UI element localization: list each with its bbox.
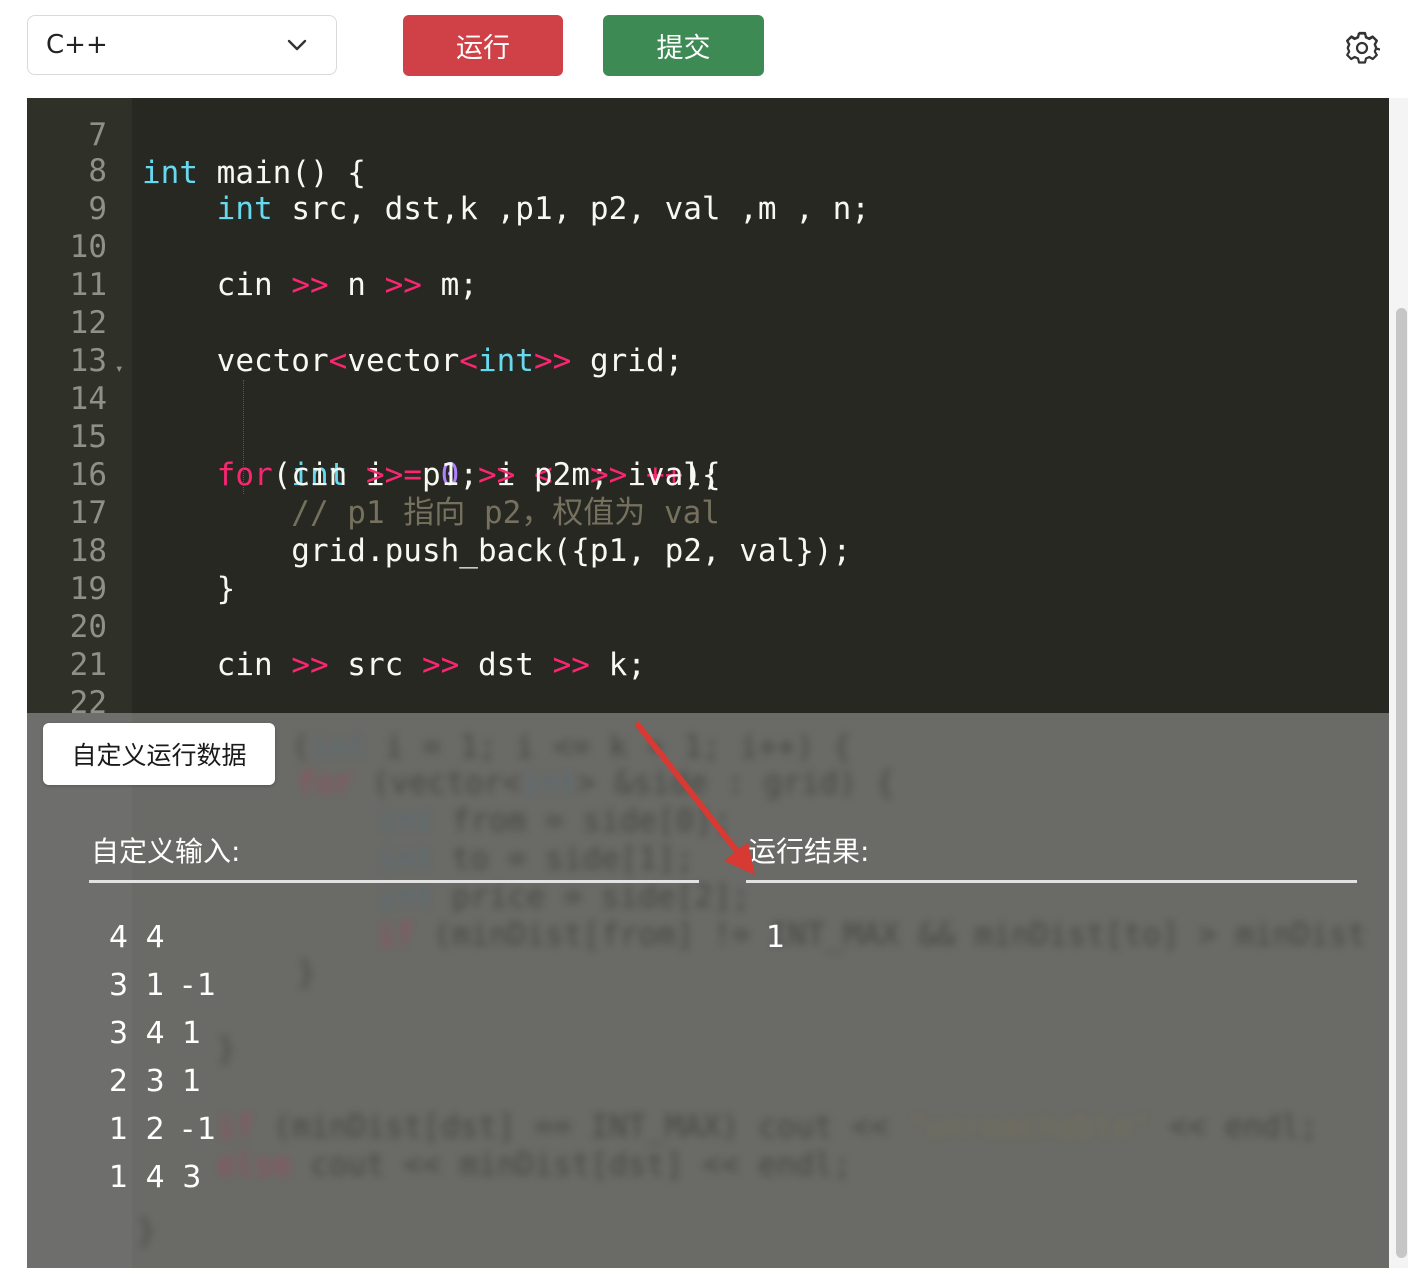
run-result-value: 1: [766, 920, 786, 955]
code-line: 23 minDist[src] = 0;: [27, 684, 1389, 713]
code-line: 20 cin >> src >> dst >> k;: [69, 609, 646, 683]
input-divider: [89, 880, 699, 883]
code-editor[interactable]: 7 int main() { 8 int src, dst,k ,p1, p2,…: [27, 98, 1389, 713]
custom-run-data-button[interactable]: 自定义运行数据: [43, 723, 275, 785]
red-arrow-annotation: [635, 722, 755, 875]
code-line: 9: [88, 191, 107, 227]
submit-button[interactable]: 提交: [603, 15, 764, 76]
language-select[interactable]: C++: [27, 15, 337, 75]
result-divider: [746, 880, 1357, 883]
code-line: 16 // p1 指向 p2，权值为 val: [69, 457, 720, 531]
code-line: 11: [69, 267, 107, 303]
code-line: 19: [69, 571, 107, 607]
code-line: 14 ▾ for(int i = 0; i < m; i++){: [27, 342, 1389, 493]
input-line: 3 4 1: [109, 1016, 206, 1051]
input-line: 1 2 -1: [109, 1112, 221, 1147]
code-line: 21: [69, 647, 107, 683]
code-line: 8 int src, dst,k ,p1, p2, val ,m , n;: [88, 153, 870, 227]
editor-scrollbar-thumb[interactable]: [1396, 308, 1407, 1258]
code-line: 12 vector<vector<int>> grid;: [69, 305, 684, 379]
code-line: 22 vector<int> minDist(n + 1 , INT_MAX);: [69, 685, 107, 713]
code-line: 18 }: [69, 533, 236, 607]
input-line: 1 4 3: [109, 1160, 206, 1195]
language-value: C++: [46, 30, 108, 60]
indent-guide: [243, 380, 244, 494]
gear-icon[interactable]: [1344, 30, 1380, 66]
toolbar: C++ 运行 提交: [0, 0, 1408, 98]
input-line: 3 1 -1: [109, 968, 221, 1003]
code-line: 17 grid.push_back({p1, p2, val});: [69, 495, 852, 569]
code-line: 15 cin >> p1 >> p2 >> val;: [69, 419, 721, 493]
input-line: 4 4: [109, 920, 169, 955]
custom-input-area[interactable]: 4 4 3 1 -1 3 4 1 2 3 1 1 2 -1 1 4 3: [109, 914, 220, 1202]
chevron-down-icon: [287, 39, 307, 51]
run-button[interactable]: 运行: [403, 15, 563, 76]
custom-input-label: 自定义输入:: [91, 835, 241, 868]
input-line: 2 3 1: [109, 1064, 206, 1099]
code-line: 13: [69, 343, 107, 379]
code-line: 10 cin >> n >> m;: [69, 229, 478, 303]
